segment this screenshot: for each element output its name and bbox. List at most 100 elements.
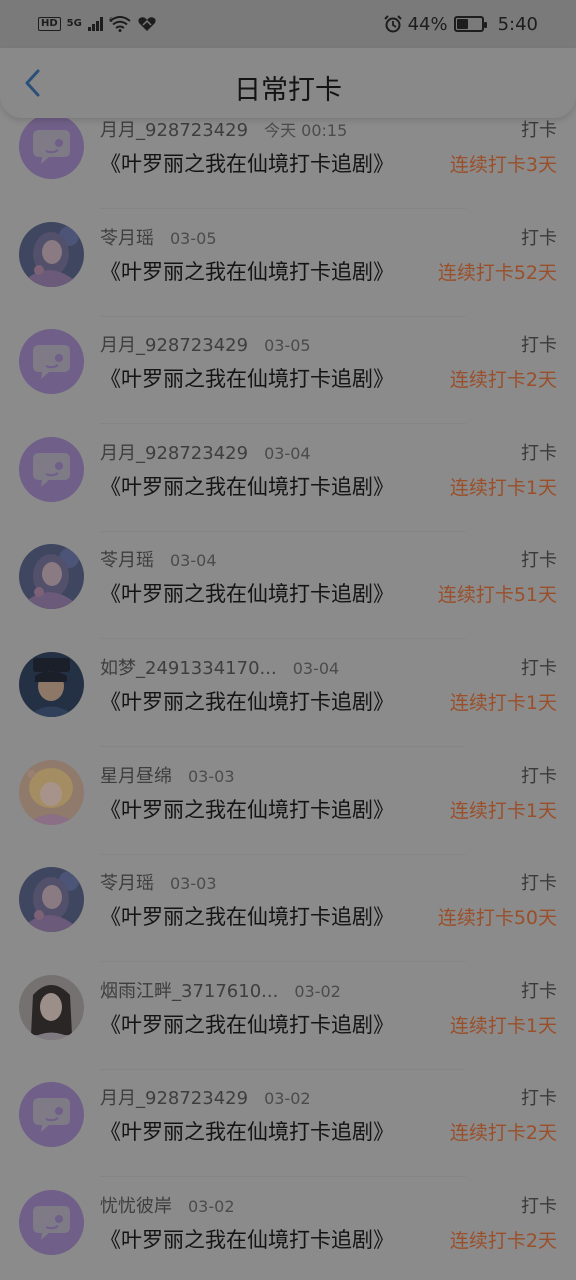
item-meta: 星月昼绵 03-03 xyxy=(100,762,235,788)
streak-label: 连续打卡2天 xyxy=(449,1230,557,1252)
streak-label: 连续打卡1天 xyxy=(449,799,557,822)
user-name[interactable]: 苓月瑶 xyxy=(100,546,154,572)
checkin-action-label: 打卡 xyxy=(521,1196,557,1217)
checkin-action-label: 打卡 xyxy=(521,1088,557,1110)
list-item[interactable]: 如梦_2491334170... 03-04 《叶罗丽之我在仙境打卡追剧》 打卡… xyxy=(0,640,576,747)
checkin-date: 03-04 xyxy=(264,443,311,463)
checkin-date: 03-05 xyxy=(264,336,311,356)
avatar[interactable] xyxy=(19,544,84,610)
avatar[interactable] xyxy=(19,652,84,717)
checkin-action-label: 打卡 xyxy=(521,980,557,1002)
wifi-icon: 6 xyxy=(109,16,131,32)
checkin-action-label: 打卡 xyxy=(521,550,557,572)
checkin-action-label: 打卡 xyxy=(521,658,557,679)
status-bar: HD 5G 6 44% 5:40 xyxy=(0,0,576,48)
checkin-action-label: 打卡 xyxy=(521,227,557,249)
item-meta: 月月_928723429 03-04 xyxy=(100,439,311,465)
item-meta: 苓月瑶 03-04 xyxy=(100,546,217,572)
avatar[interactable] xyxy=(19,329,84,395)
item-meta: 如梦_2491334170... 03-04 xyxy=(100,654,339,680)
page-title: 日常打卡 xyxy=(234,75,342,106)
drama-title: 《叶罗丽之我在仙境打卡追剧》 xyxy=(100,1012,394,1037)
drama-title: 《叶罗丽之我在仙境打卡追剧》 xyxy=(100,905,394,930)
item-meta: 忧忧彼岸 03-02 xyxy=(100,1192,235,1218)
list-item[interactable]: 星月昼绵 03-03 《叶罗丽之我在仙境打卡追剧》 打卡 连续打卡1天 xyxy=(0,748,576,855)
user-name[interactable]: 烟雨江畔_3717610... xyxy=(100,977,278,1003)
streak-label: 连续打卡50天 xyxy=(437,907,557,930)
header: 日常打卡 xyxy=(0,48,576,118)
drama-title: 《叶罗丽之我在仙境打卡追剧》 xyxy=(100,797,394,822)
list-item[interactable]: 烟雨江畔_3717610... 03-02 《叶罗丽之我在仙境打卡追剧》 打卡 … xyxy=(0,963,576,1070)
avatar[interactable] xyxy=(19,221,84,287)
list-item[interactable]: 忧忧彼岸 03-02 《叶罗丽之我在仙境打卡追剧》 打卡 连续打卡2天 xyxy=(0,1178,576,1280)
checkin-date: 03-02 xyxy=(188,1197,235,1216)
checkin-date: 03-02 xyxy=(294,981,341,1001)
streak-label: 连续打卡1天 xyxy=(449,476,557,499)
heart-icon xyxy=(138,17,156,31)
checkin-date: 03-03 xyxy=(170,874,217,894)
signal-icon xyxy=(87,17,103,31)
list-item[interactable]: 月月_928723429 03-05 《叶罗丽之我在仙境打卡追剧》 打卡 连续打… xyxy=(0,317,576,425)
checkin-action-label: 打卡 xyxy=(521,442,557,464)
drama-title: 《叶罗丽之我在仙境打卡追剧》 xyxy=(100,259,394,284)
item-meta: 月月_928723429 03-02 xyxy=(100,1084,311,1110)
avatar[interactable] xyxy=(19,759,84,825)
checkin-date: 03-03 xyxy=(188,766,235,786)
streak-label: 连续打卡1天 xyxy=(449,1014,557,1037)
battery-percent: 44% xyxy=(407,13,448,35)
checkin-date: 03-05 xyxy=(170,228,217,248)
checkin-action-label: 打卡 xyxy=(521,873,557,895)
streak-label: 连续打卡3天 xyxy=(449,154,557,176)
user-name[interactable]: 苓月瑶 xyxy=(100,869,154,895)
user-name[interactable]: 月月_928723429 xyxy=(100,116,248,142)
checkin-action-label: 打卡 xyxy=(521,765,557,787)
checkin-date: 03-02 xyxy=(264,1089,311,1109)
user-name[interactable]: 星月昼绵 xyxy=(100,762,172,788)
avatar[interactable] xyxy=(19,114,84,179)
list-item[interactable]: 月月_928723429 今天 00:15 《叶罗丽之我在仙境打卡追剧》 打卡 … xyxy=(0,102,576,209)
user-name[interactable]: 月月_928723429 xyxy=(100,331,248,357)
drama-title: 《叶罗丽之我在仙境打卡追剧》 xyxy=(100,152,394,176)
screen: 月月_928723429 今天 00:15 《叶罗丽之我在仙境打卡追剧》 打卡 … xyxy=(0,0,576,1280)
item-meta: 月月_928723429 03-05 xyxy=(100,331,311,357)
checkin-action-label: 打卡 xyxy=(521,120,557,141)
drama-title: 《叶罗丽之我在仙境打卡追剧》 xyxy=(100,1228,394,1252)
drama-title: 《叶罗丽之我在仙境打卡追剧》 xyxy=(100,1120,394,1145)
list-item[interactable]: 苓月瑶 03-03 《叶罗丽之我在仙境打卡追剧》 打卡 连续打卡50天 xyxy=(0,855,576,963)
user-name[interactable]: 忧忧彼岸 xyxy=(100,1192,172,1218)
checkin-action-label: 打卡 xyxy=(521,335,557,357)
item-meta: 烟雨江畔_3717610... 03-02 xyxy=(100,977,341,1003)
battery-icon xyxy=(453,16,487,32)
user-name[interactable]: 苓月瑶 xyxy=(100,224,154,250)
list-item[interactable]: 月月_928723429 03-02 《叶罗丽之我在仙境打卡追剧》 打卡 连续打… xyxy=(0,1070,576,1178)
avatar[interactable] xyxy=(19,1082,84,1148)
streak-label: 连续打卡2天 xyxy=(449,1122,557,1145)
avatar[interactable] xyxy=(19,1190,84,1255)
drama-title: 《叶罗丽之我在仙境打卡追剧》 xyxy=(100,582,394,607)
avatar[interactable] xyxy=(19,436,84,502)
drama-title: 《叶罗丽之我在仙境打卡追剧》 xyxy=(100,367,394,392)
checkin-date: 今天 00:15 xyxy=(264,121,348,140)
list-item[interactable]: 月月_928723429 03-04 《叶罗丽之我在仙境打卡追剧》 打卡 连续打… xyxy=(0,425,576,532)
user-name[interactable]: 月月_928723429 xyxy=(100,1084,248,1110)
checkin-date: 03-04 xyxy=(292,659,340,678)
avatar[interactable] xyxy=(19,867,84,933)
item-meta: 苓月瑶 03-03 xyxy=(100,869,217,895)
svg-text:6: 6 xyxy=(109,17,113,24)
streak-label: 连续打卡2天 xyxy=(449,369,557,392)
user-name[interactable]: 如梦_2491334170... xyxy=(100,654,277,680)
hd-icon: HD xyxy=(38,17,61,31)
drama-title: 《叶罗丽之我在仙境打卡追剧》 xyxy=(100,690,394,714)
streak-label: 连续打卡52天 xyxy=(437,261,557,284)
clock: 5:40 xyxy=(497,13,538,35)
item-meta: 月月_928723429 今天 00:15 xyxy=(100,116,347,142)
network-type: 5G xyxy=(66,18,82,29)
item-meta: 苓月瑶 03-05 xyxy=(100,224,217,250)
checkin-date: 03-04 xyxy=(170,551,217,571)
avatar[interactable] xyxy=(19,974,84,1040)
list-item[interactable]: 苓月瑶 03-04 《叶罗丽之我在仙境打卡追剧》 打卡 连续打卡51天 xyxy=(0,532,576,640)
drama-title: 《叶罗丽之我在仙境打卡追剧》 xyxy=(100,474,394,499)
list-item[interactable]: 苓月瑶 03-05 《叶罗丽之我在仙境打卡追剧》 打卡 连续打卡52天 xyxy=(0,210,576,317)
user-name[interactable]: 月月_928723429 xyxy=(100,439,248,465)
streak-label: 连续打卡51天 xyxy=(437,584,557,607)
